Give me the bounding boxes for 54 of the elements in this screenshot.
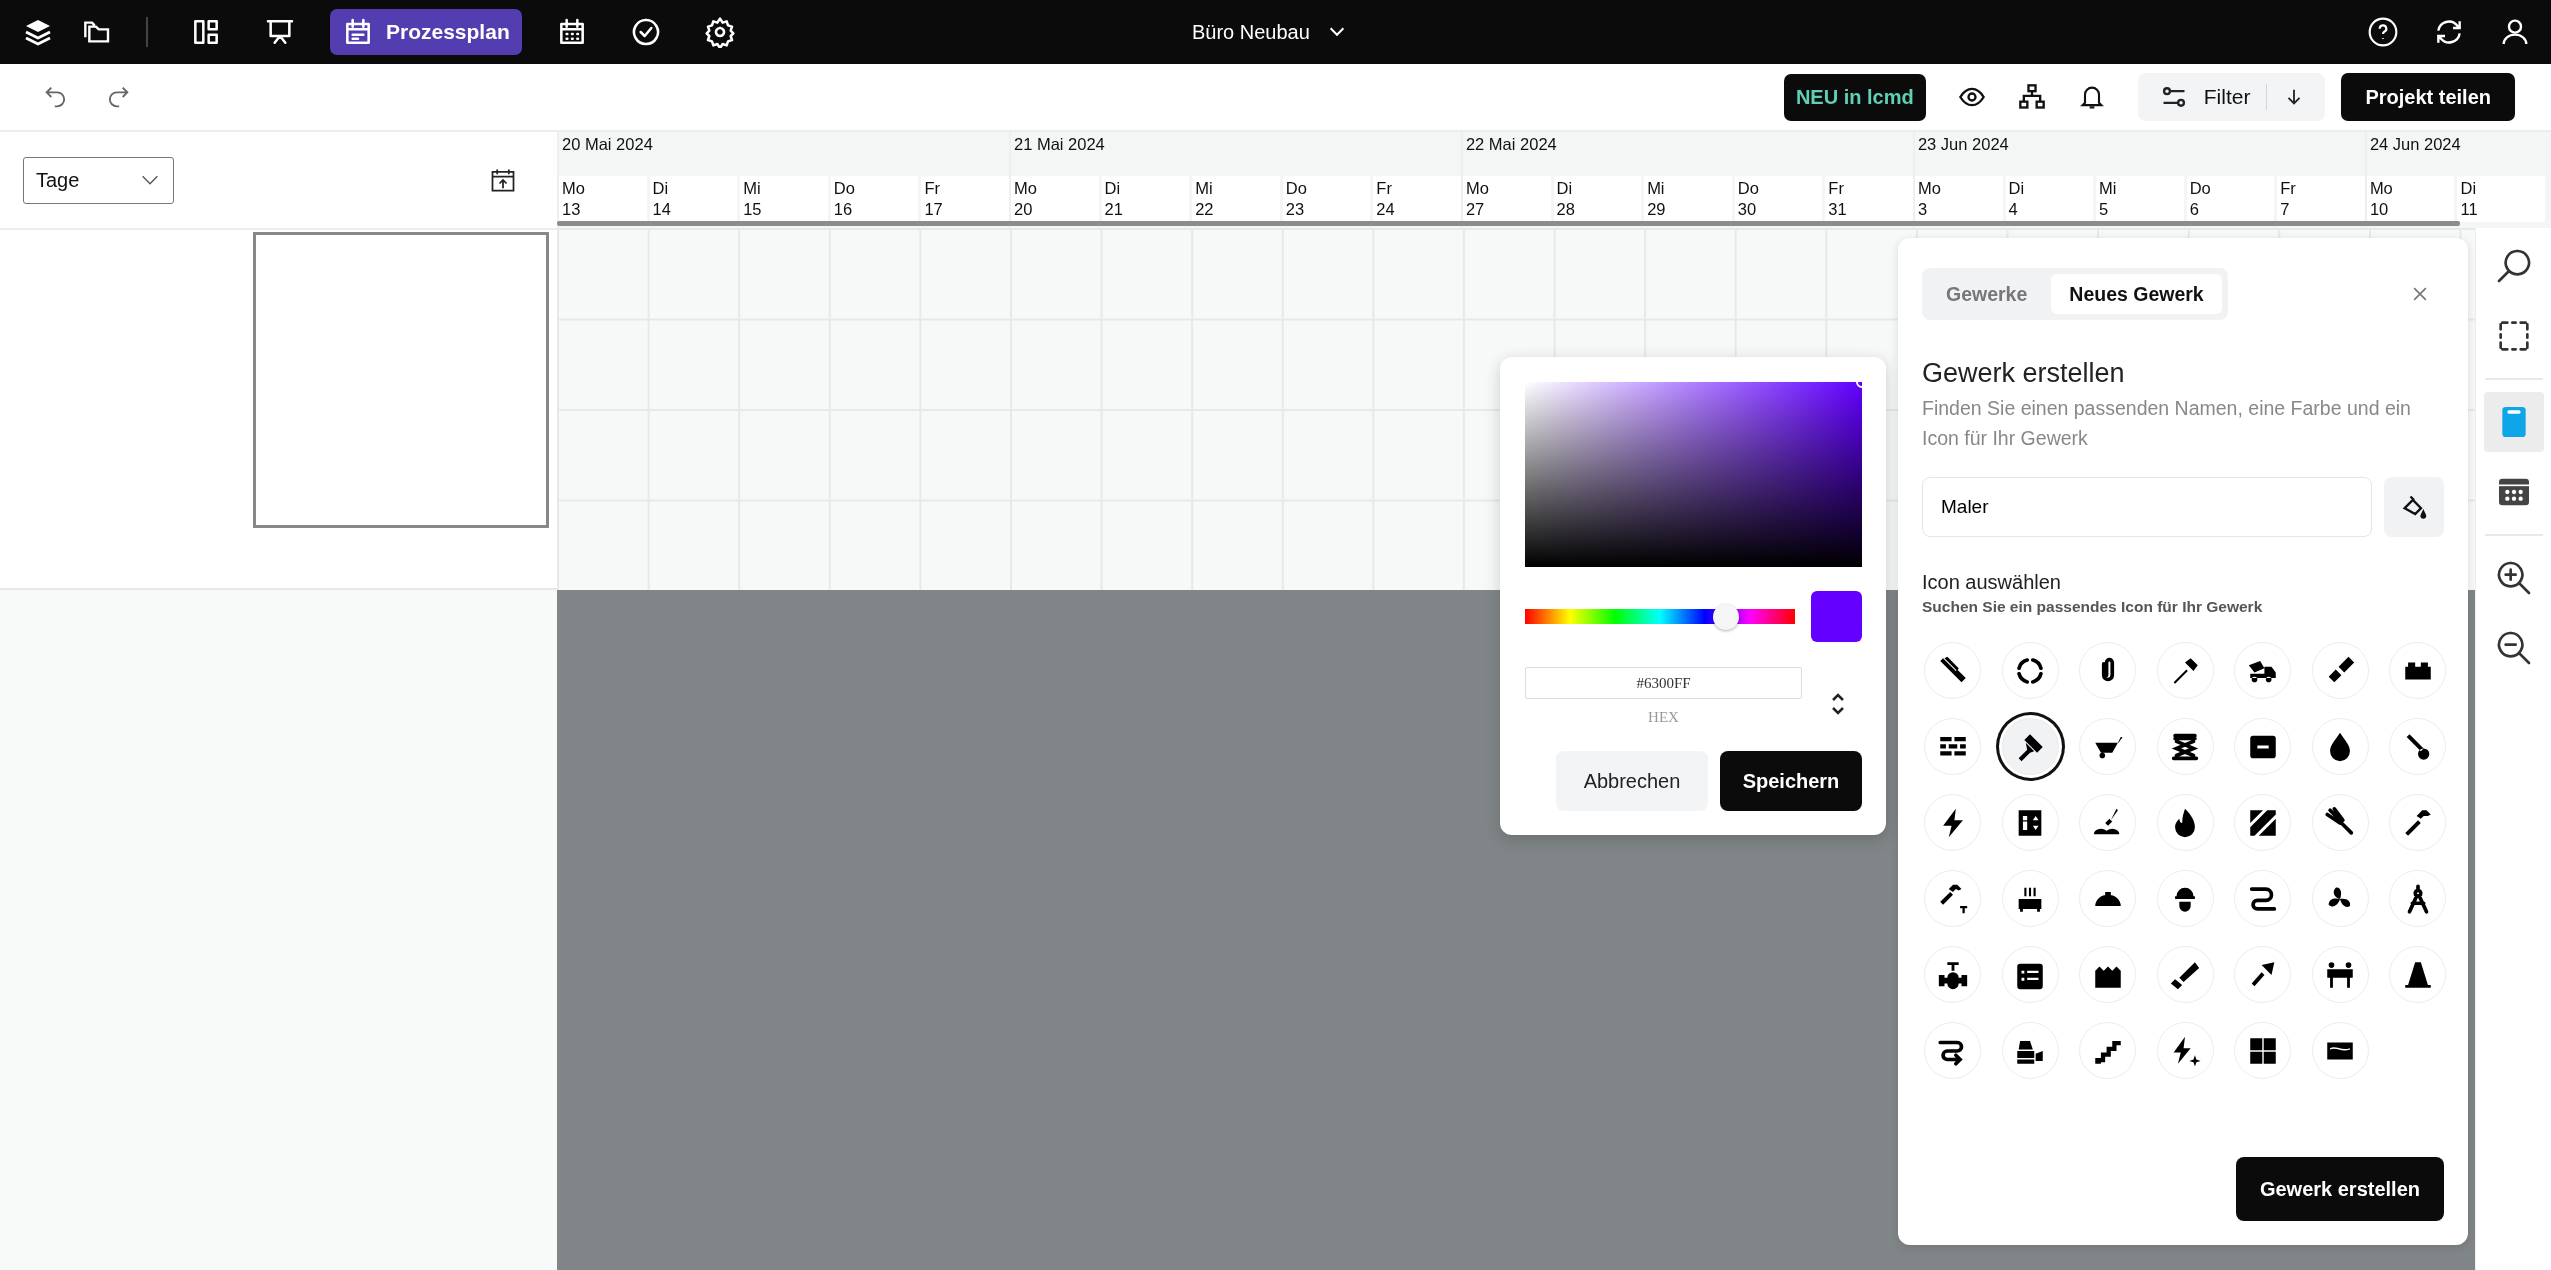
settings-icon [703, 16, 736, 48]
day-header: Fr 17 [921, 176, 1009, 222]
day-header: Fr 24 [1373, 176, 1461, 222]
name-input[interactable]: Maler [1922, 477, 2372, 537]
day-header: Mo 10 [2366, 176, 2455, 222]
save-button[interactable]: Speichern [1720, 751, 1862, 811]
hex-input[interactable]: #6300FF [1525, 667, 1802, 699]
hierarchy-icon[interactable] [2017, 83, 2046, 111]
day-header: Di 28 [1553, 176, 1642, 222]
help-icon[interactable] [2367, 16, 2399, 48]
week-label: 24 Jun 2024 [2368, 134, 2462, 155]
week-label: 23 Jun 2024 [1916, 134, 2010, 155]
section-hint: Suchen Sie ein passendes Icon für Ihr Gewerk [1922, 598, 2264, 616]
day-header: Fr 31 [1825, 176, 1913, 222]
day-header: Fr 7 [2277, 176, 2365, 222]
panel-description: Finden Sie einen passenden Namen, eine Farbe und ein Icon für Ihr Gewerk [1922, 396, 2412, 451]
day-header: Do 30 [1734, 176, 1823, 222]
day-header: Do 16 [830, 176, 919, 222]
share-project-button[interactable]: Projekt teilen [2341, 73, 2515, 121]
filter-button[interactable]: Filter [2137, 73, 2326, 121]
day-header: Mi 22 [1192, 176, 1280, 222]
scrollbar[interactable] [557, 221, 2460, 226]
color-swatch [1811, 591, 1862, 642]
panel-title: Gewerk erstellen [1922, 358, 2126, 389]
day-header: Mi 29 [1644, 176, 1732, 222]
hue-thumb[interactable] [1712, 603, 1739, 630]
tab[interactable]: Neues Gewerk [2051, 274, 2222, 314]
filter-label: Filter [2203, 85, 2251, 109]
nav-tab[interactable]: Prozessplan [330, 9, 522, 55]
day-header: Di 21 [1101, 176, 1190, 222]
day-header: Di 11 [2457, 176, 2546, 222]
project-selector[interactable]: Büro Neubau [1186, 0, 1354, 64]
day-header: Di 14 [649, 176, 738, 222]
cancel-button[interactable]: Abbrechen [1556, 751, 1708, 811]
color-button[interactable] [2384, 477, 2444, 537]
week-label: 21 Mai 2024 [1012, 134, 1106, 155]
week-label: 22 Mai 2024 [1464, 134, 1558, 155]
week-label: 20 Mai 2024 [561, 134, 654, 155]
day-header: Do 6 [2186, 176, 2275, 222]
day-header: Do 23 [1282, 176, 1371, 222]
day-header: Mo 13 [559, 176, 647, 222]
paint-bucket-icon [2400, 493, 2428, 521]
new-feature-badge[interactable]: NEU in lcmd [1783, 73, 1926, 121]
day-header: Mo 27 [1462, 176, 1551, 222]
create-button[interactable]: Gewerk erstellen [2235, 1157, 2444, 1221]
day-header: Di 4 [2005, 176, 2094, 222]
section-title: Icon auswählen [1922, 571, 2062, 594]
tab[interactable]: Gewerke [1928, 274, 2046, 314]
format-label: HEX [1648, 709, 1679, 726]
day-header: Mo 3 [1914, 176, 2003, 222]
day-header: Mi 15 [740, 176, 828, 222]
day-header: Mo 20 [1010, 176, 1099, 222]
view-select[interactable]: Tage [23, 156, 174, 204]
day-header: Mi 5 [2096, 176, 2184, 222]
